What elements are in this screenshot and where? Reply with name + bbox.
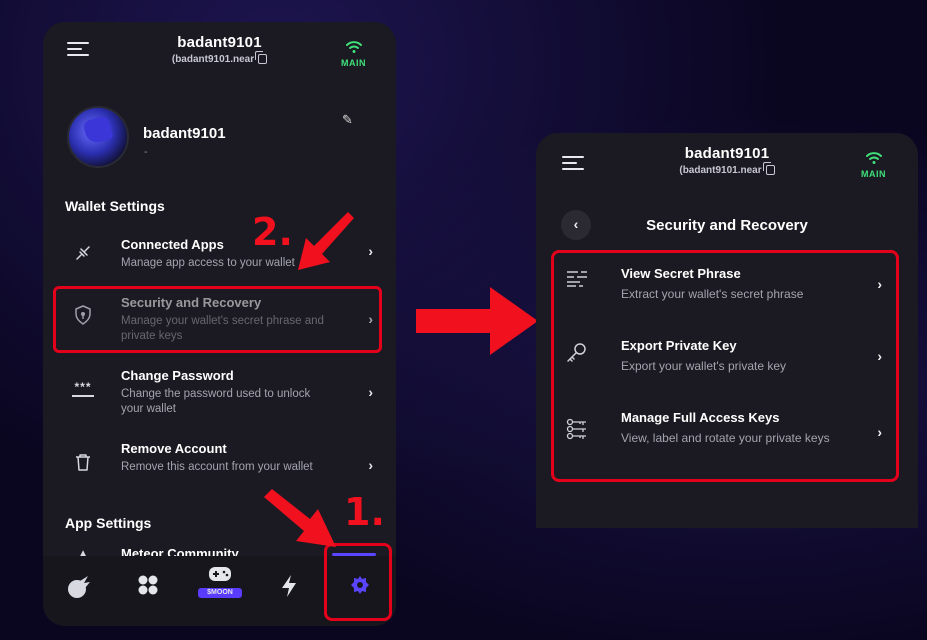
profile-subtitle: -: [144, 146, 148, 158]
tab-apps[interactable]: [128, 574, 168, 610]
plug-icon: [69, 243, 97, 267]
item-title: Connected Apps: [121, 237, 224, 252]
meteor-icon: [68, 576, 90, 598]
lightning-icon: [282, 575, 296, 597]
gamepad-icon: [209, 567, 231, 581]
network-label: MAIN: [341, 58, 366, 68]
moon-badge: $MOON: [198, 588, 242, 598]
avatar[interactable]: [67, 106, 129, 168]
copy-icon[interactable]: [255, 51, 268, 64]
wallet-settings-heading: Wallet Settings: [65, 198, 165, 214]
arrow-next-icon: [416, 287, 538, 355]
network-label: MAIN: [861, 169, 886, 179]
arrow-step1-icon: [264, 489, 336, 547]
highlight-security-item: [53, 286, 382, 353]
app-settings-heading: App Settings: [65, 515, 152, 531]
settings-item-remove-account[interactable]: Remove Account Remove this account from …: [61, 441, 379, 493]
page-title: Security and Recovery: [646, 217, 808, 234]
arrow-step2-icon: [298, 212, 354, 270]
item-title: Change Password: [121, 368, 234, 383]
profile-name: badant9101: [143, 125, 226, 142]
header: badant9101 (badant9101.near MAIN: [43, 22, 396, 92]
password-icon: ***: [69, 380, 97, 397]
trash-icon: [69, 453, 97, 475]
profile-card: badant9101 - ✎: [67, 106, 367, 168]
wifi-icon: [865, 152, 882, 164]
annotation-step-2: 2.: [252, 210, 293, 254]
item-desc: Remove this account from your wallet: [121, 461, 313, 473]
header: badant9101 (badant9101.near MAIN: [536, 133, 918, 203]
edit-icon[interactable]: ✎: [342, 112, 353, 128]
chevron-right-icon: ›: [368, 243, 373, 259]
settings-item-change-password[interactable]: *** Change Password Change the password …: [61, 368, 379, 420]
highlight-security-options: [551, 250, 899, 482]
wifi-icon: [345, 41, 362, 53]
network-indicator[interactable]: MAIN: [341, 40, 366, 68]
item-desc: Change the password used to unlock your …: [121, 388, 311, 415]
highlight-settings-tab: [324, 543, 392, 621]
tab-activity[interactable]: [269, 574, 309, 610]
chevron-right-icon: ›: [368, 384, 373, 400]
tab-wallet[interactable]: [59, 574, 99, 610]
grid-icon: [138, 575, 158, 595]
tab-games[interactable]: $MOON: [198, 564, 242, 600]
copy-icon[interactable]: [762, 162, 775, 175]
annotation-step-1: 1.: [344, 490, 385, 534]
item-title: Remove Account: [121, 441, 227, 456]
network-indicator[interactable]: MAIN: [861, 151, 886, 179]
chevron-right-icon: ›: [368, 457, 373, 473]
